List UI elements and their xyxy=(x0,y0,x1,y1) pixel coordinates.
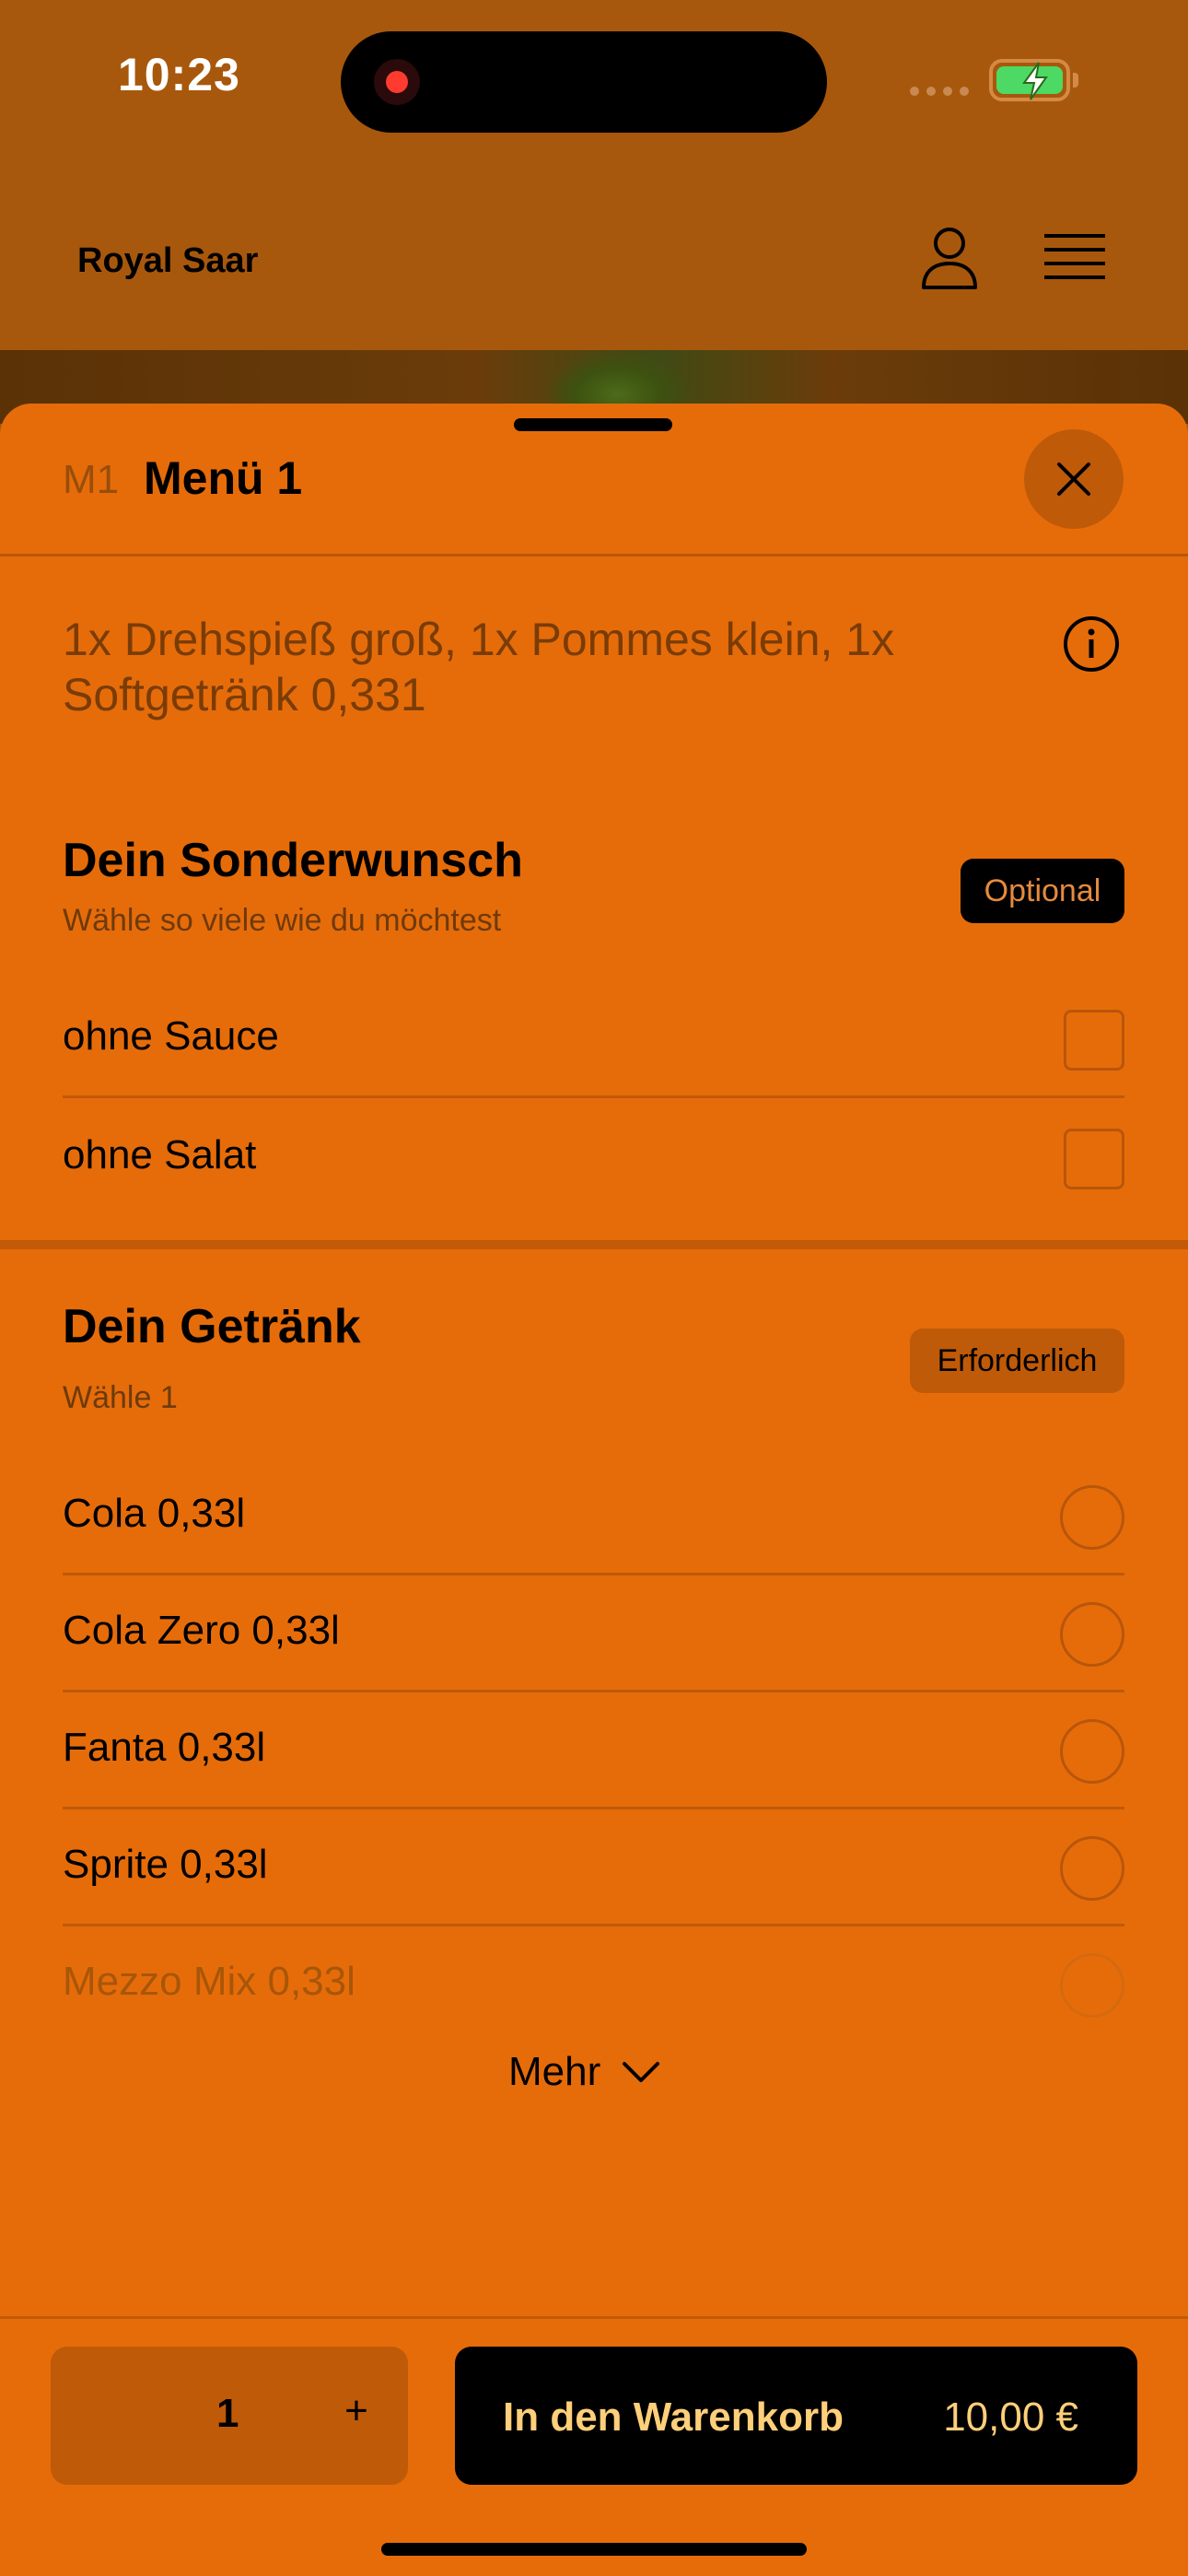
option-label: Cola Zero 0,33l xyxy=(63,1608,340,1653)
section-title-drink: Dein Getränk xyxy=(63,1300,361,1353)
option-checkbox-row[interactable]: ohne Sauce xyxy=(63,980,1124,1098)
radio-button[interactable] xyxy=(1060,1836,1124,1901)
option-radio-row[interactable]: Sprite 0,33l xyxy=(63,1809,1124,1926)
option-label: ohne Salat xyxy=(63,1132,257,1177)
add-to-cart-label: In den Warenkorb xyxy=(503,2395,844,2440)
option-label: Cola 0,33l xyxy=(63,1491,246,1536)
status-time: 10:23 xyxy=(118,49,240,100)
chevron-down-icon xyxy=(623,2062,660,2082)
charging-bolt-icon xyxy=(1022,62,1048,100)
option-radio-row[interactable]: Cola Zero 0,33l xyxy=(63,1575,1124,1692)
show-more-button[interactable]: Mehr xyxy=(508,2040,661,2104)
radio-button[interactable] xyxy=(1060,1953,1124,2018)
product-sheet: M1 Menü 1 1x Drehspieß groß, 1x Pommes k… xyxy=(0,404,1188,2576)
app-screen: 10:23 Royal Saar M1 Menü 1 1x Drehspieß … xyxy=(0,0,1188,2576)
battery-icon xyxy=(989,59,1070,101)
sheet-title-row: M1 Menü 1 xyxy=(0,404,1188,556)
section-title-special-request: Dein Sonderwunsch xyxy=(63,834,523,887)
section-subtitle-special-request: Wähle so viele wie du möchtest xyxy=(63,903,502,938)
home-indicator[interactable] xyxy=(381,2543,807,2556)
option-radio-row[interactable]: Fanta 0,33l xyxy=(63,1692,1124,1809)
option-label: Sprite 0,33l xyxy=(63,1842,268,1887)
product-code: M1 xyxy=(63,457,120,502)
option-label: Fanta 0,33l xyxy=(63,1725,266,1770)
dynamic-island xyxy=(341,31,827,133)
quantity-value: 1 xyxy=(216,2391,239,2436)
product-description: 1x Drehspieß groß, 1x Pommes klein, 1x S… xyxy=(63,614,895,720)
option-radio-row[interactable]: Mezzo Mix 0,33l xyxy=(63,1926,1124,2043)
option-label: ohne Sauce xyxy=(63,1013,279,1059)
optional-badge: Optional xyxy=(961,859,1124,923)
section-divider xyxy=(0,1240,1188,1249)
brand-name[interactable]: Royal Saar xyxy=(77,241,258,281)
radio-button[interactable] xyxy=(1060,1485,1124,1550)
product-title: Menü 1 xyxy=(144,452,303,504)
cellular-signal-icon xyxy=(910,87,969,96)
checkbox[interactable] xyxy=(1064,1010,1124,1071)
radio-button[interactable] xyxy=(1060,1602,1124,1667)
add-to-cart-button[interactable]: In den Warenkorb 10,00 € xyxy=(455,2347,1137,2485)
total-price: 10,00 € xyxy=(943,2395,1078,2440)
section-subtitle-drink: Wähle 1 xyxy=(63,1380,178,1415)
option-checkbox-row[interactable]: ohne Salat xyxy=(63,1099,1124,1217)
required-badge: Erforderlich xyxy=(910,1329,1124,1393)
show-more-label: Mehr xyxy=(508,2049,601,2094)
close-button[interactable] xyxy=(1024,429,1124,529)
user-profile-icon[interactable] xyxy=(919,225,980,291)
order-footer: 1 + In den Warenkorb 10,00 € xyxy=(0,2316,1188,2576)
recording-indicator-icon xyxy=(374,59,420,105)
radio-button[interactable] xyxy=(1060,1719,1124,1784)
menu-hamburger-icon[interactable] xyxy=(1044,232,1105,284)
option-label: Mezzo Mix 0,33l xyxy=(63,1959,355,2004)
option-radio-row[interactable]: Cola 0,33l xyxy=(63,1458,1124,1575)
quantity-stepper: 1 + xyxy=(51,2347,408,2485)
close-icon xyxy=(1057,463,1090,496)
quantity-increase-button[interactable]: + xyxy=(329,2383,384,2439)
checkbox[interactable] xyxy=(1064,1129,1124,1189)
info-icon[interactable] xyxy=(1063,615,1120,673)
